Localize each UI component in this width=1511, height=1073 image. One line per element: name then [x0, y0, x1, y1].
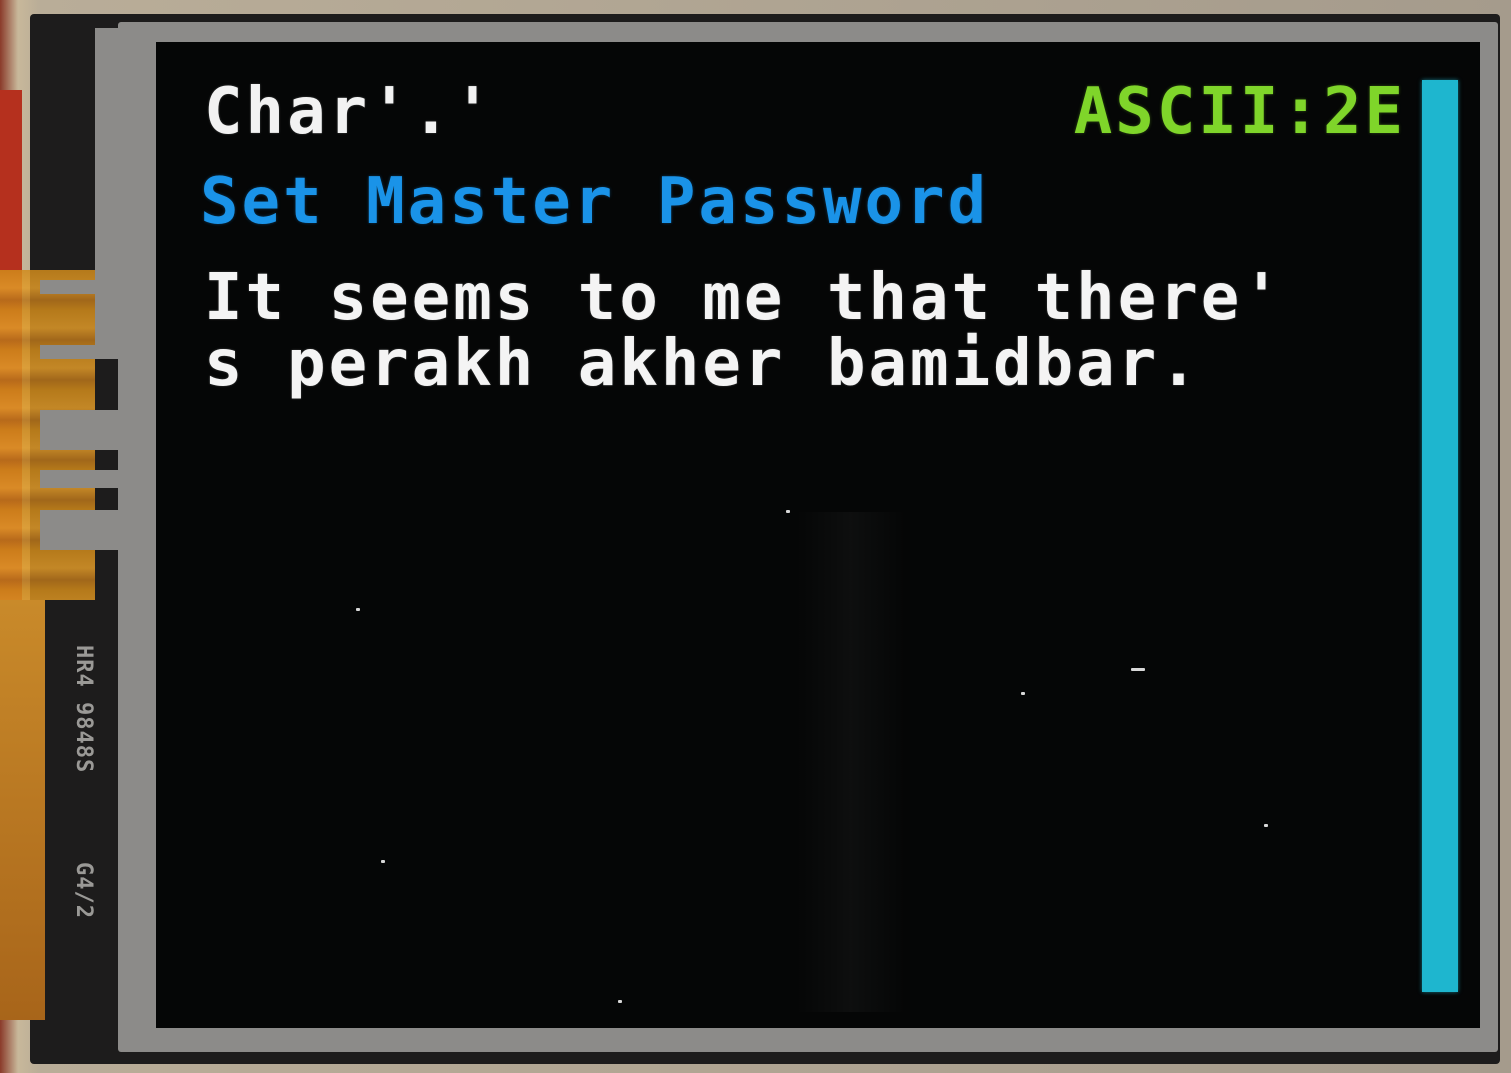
trace-line: [40, 280, 120, 294]
trace-line: [40, 510, 120, 550]
board-part-number: HR4 9848S: [71, 645, 96, 774]
trace-line: [40, 410, 120, 450]
dust-speck: [786, 510, 790, 513]
message-line: It seems to me that there': [204, 261, 1284, 335]
screen-title: Set Master Password: [200, 165, 990, 239]
char-indicator: Char'.': [204, 75, 495, 149]
lcd-screen: Char'.' ASCII:2E Set Master Password It …: [156, 42, 1480, 1028]
dust-speck: [381, 860, 385, 863]
dust-speck: [356, 608, 360, 611]
lcd-photo: HR4 9848S G4/2 Char'.' ASCII:2E Set Mast…: [0, 0, 1511, 1073]
ribbon-cable: [0, 600, 45, 1020]
scrollbar[interactable]: [1422, 80, 1458, 992]
trace-line: [95, 28, 119, 358]
screen-glare: [796, 512, 906, 1012]
dust-speck: [1021, 692, 1025, 695]
board-revision: G4/2: [71, 862, 96, 919]
dust-speck: [1264, 824, 1268, 827]
message-line: s perakh akher bamidbar.: [204, 327, 1201, 401]
ascii-indicator: ASCII:2E: [1073, 75, 1406, 149]
trace-line: [40, 470, 120, 488]
dust-speck: [1131, 668, 1145, 671]
dust-speck: [618, 1000, 622, 1003]
trace-line: [40, 345, 120, 359]
